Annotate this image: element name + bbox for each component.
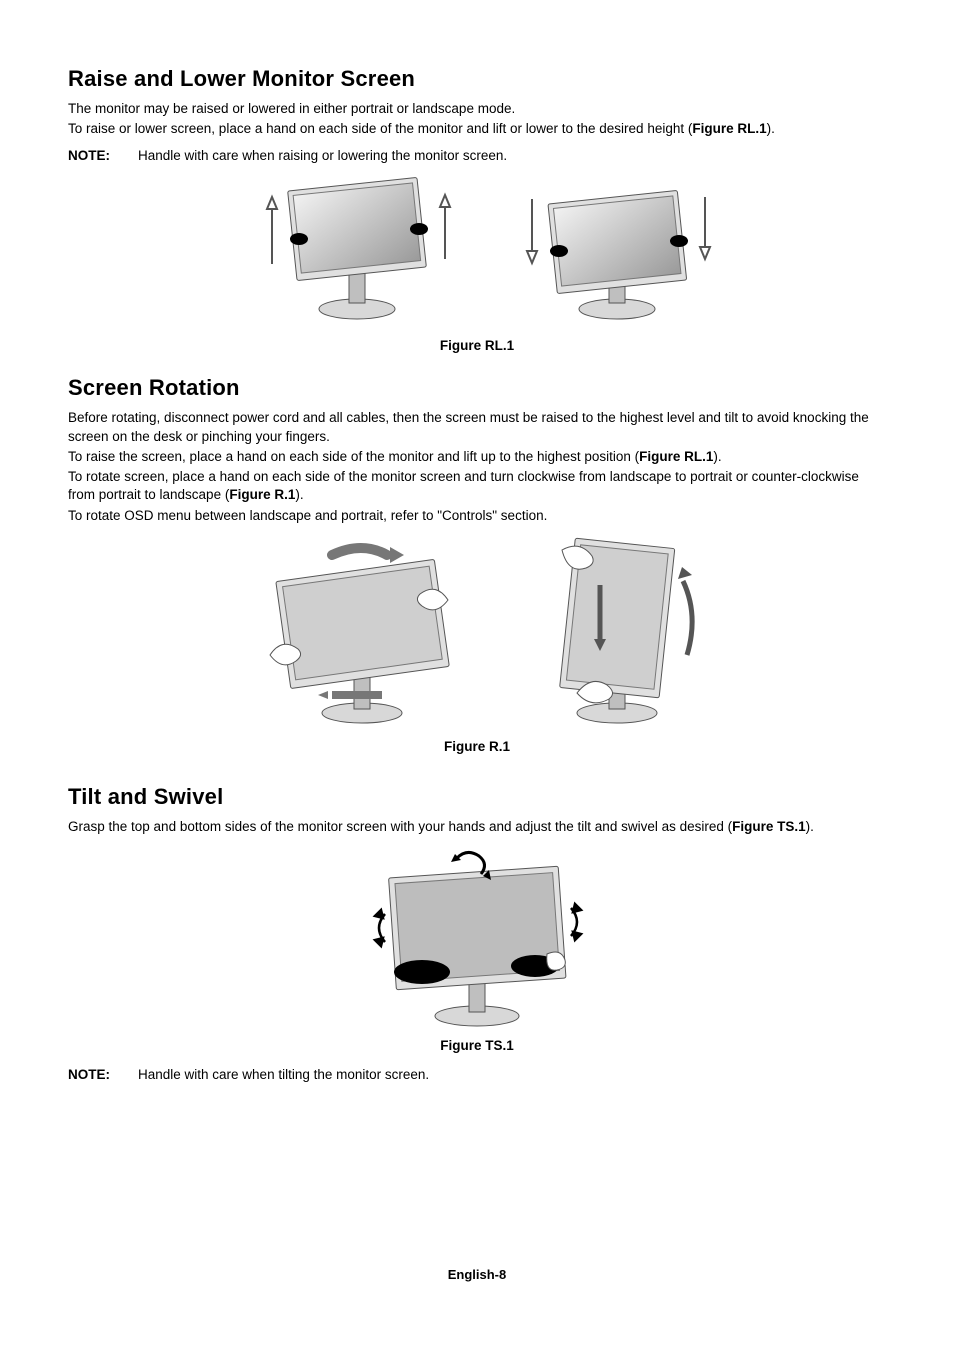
note-text: Handle with care when raising or lowerin… xyxy=(138,148,507,163)
raise-lower-text-2: To raise or lower screen, place a hand o… xyxy=(68,120,886,138)
tilt-text-1: Grasp the top and bottom sides of the mo… xyxy=(68,818,886,836)
heading-raise-lower: Raise and Lower Monitor Screen xyxy=(68,66,886,92)
figure-ts1: Figure TS.1 xyxy=(68,844,886,1053)
note-row-raise-lower: NOTE: Handle with care when raising or l… xyxy=(68,148,886,163)
rotation-text-3: To rotate screen, place a hand on each s… xyxy=(68,468,886,504)
monitor-rotation-illustration xyxy=(217,535,737,730)
rotation-text-2: To raise the screen, place a hand on eac… xyxy=(68,448,886,466)
note-row-tilt: NOTE: Handle with care when tilting the … xyxy=(68,1067,886,1082)
figure-rl1: Figure RL.1 xyxy=(68,169,886,353)
raise-lower-text-1: The monitor may be raised or lowered in … xyxy=(68,100,886,118)
rotation-text-1: Before rotating, disconnect power cord a… xyxy=(68,409,886,445)
heading-tilt-swivel: Tilt and Swivel xyxy=(68,784,886,810)
note-text: Handle with care when tilting the monito… xyxy=(138,1067,429,1082)
figure-ts1-caption: Figure TS.1 xyxy=(68,1038,886,1053)
heading-screen-rotation: Screen Rotation xyxy=(68,375,886,401)
note-label: NOTE: xyxy=(68,148,138,163)
monitor-raise-lower-illustration xyxy=(217,169,737,329)
page-footer: English-8 xyxy=(0,1267,954,1282)
figure-r1-caption: Figure R.1 xyxy=(68,739,886,754)
monitor-tilt-swivel-illustration xyxy=(347,844,607,1029)
note-label: NOTE: xyxy=(68,1067,138,1082)
figure-r1: Figure R.1 xyxy=(68,535,886,754)
rotation-text-4: To rotate OSD menu between landscape and… xyxy=(68,507,886,525)
figure-rl1-caption: Figure RL.1 xyxy=(68,338,886,353)
